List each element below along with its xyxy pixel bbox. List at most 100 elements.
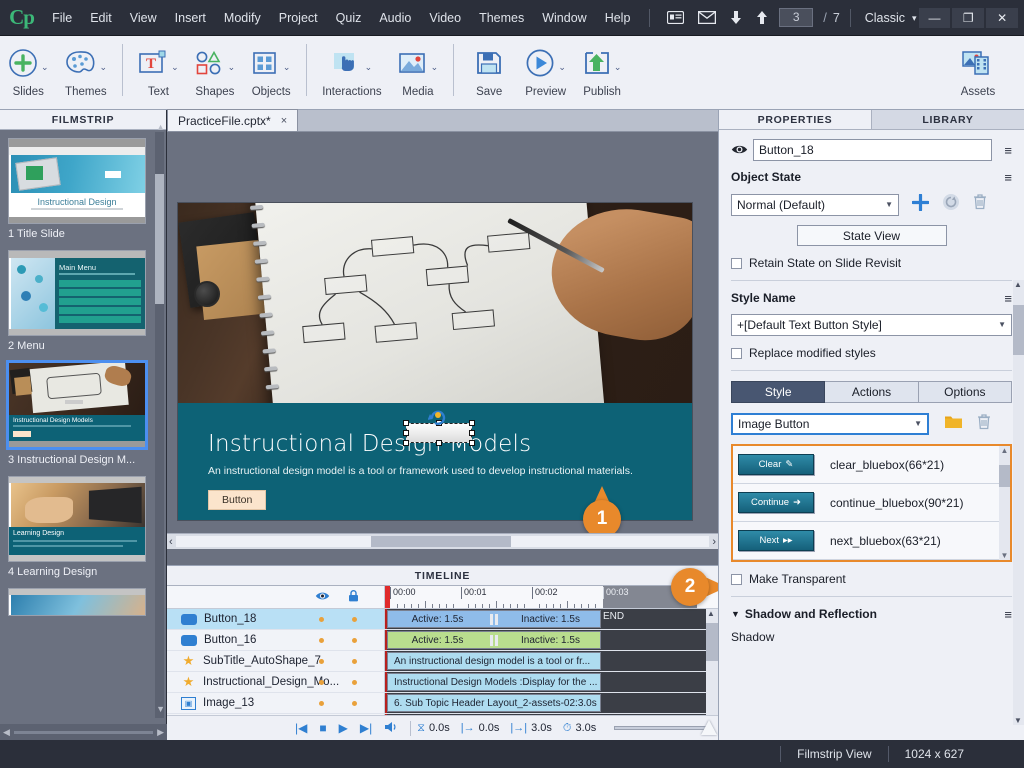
row-visibility-toggle[interactable] <box>319 701 324 706</box>
menu-view[interactable]: View <box>121 7 166 29</box>
timeline-row-name[interactable]: Button_16 <box>167 630 385 650</box>
resize-handle-e[interactable] <box>469 430 475 436</box>
timeline-track[interactable]: Instructional Design Models :Display for… <box>385 672 718 692</box>
stage-hscroll-track[interactable] <box>176 536 710 547</box>
properties-scroll-thumb[interactable] <box>1013 305 1024 355</box>
image-list-scrollbar[interactable]: ▲ ▼ <box>999 446 1010 560</box>
menu-audio[interactable]: Audio <box>370 7 420 29</box>
timeline-bar[interactable]: An instructional design model is a tool … <box>387 652 601 670</box>
save-button[interactable]: Save <box>461 40 517 98</box>
properties-scroll-up-icon[interactable]: ▲ <box>1014 280 1022 289</box>
row-lock-toggle[interactable] <box>352 617 357 622</box>
tab-actions[interactable]: Actions <box>825 381 918 403</box>
replace-styles-checkbox[interactable] <box>731 348 742 359</box>
menu-modify[interactable]: Modify <box>215 7 270 29</box>
object-state-menu-icon[interactable]: ≡ <box>992 171 1012 184</box>
shapes-chevron-down-icon[interactable]: ⌄ <box>228 62 236 73</box>
audio-icon[interactable] <box>378 721 404 736</box>
timeline-bar[interactable]: Instructional Design Models :Display for… <box>387 673 601 691</box>
properties-scroll-down-icon[interactable]: ▼ <box>1014 716 1022 725</box>
rotate-handle-icon[interactable] <box>428 407 448 427</box>
slide-thumbnail[interactable]: Instructional Design <box>8 138 146 224</box>
row-lock-toggle[interactable] <box>352 701 357 706</box>
image-list-scroll-down-icon[interactable]: ▼ <box>1001 551 1009 560</box>
timeline-ruler[interactable]: 00:00 00:01 00:02 00:03 <box>385 586 718 608</box>
slide-subtitle-text[interactable]: An instructional design model is a tool … <box>208 465 633 477</box>
timeline-rows[interactable]: Button_18 Active: 1.5s Inactive: 1.5s EN… <box>167 609 718 716</box>
stage-scroll-right-icon[interactable]: › <box>712 536 716 548</box>
filmstrip-slide-1[interactable]: Instructional Design 1 Title Slide <box>8 138 161 240</box>
publish-chevron-down-icon[interactable]: ⌄ <box>614 62 622 73</box>
filmstrip-scroll-up-icon[interactable]: ▲ <box>156 122 165 132</box>
row-visibility-toggle[interactable] <box>319 617 324 622</box>
menu-video[interactable]: Video <box>420 7 470 29</box>
timeline-bar[interactable]: 6. Sub Topic Header Layout_2-assets-02:3… <box>387 694 601 712</box>
object-name-menu-icon[interactable]: ≡ <box>992 144 1012 157</box>
themes-chevron-down-icon[interactable]: ⌄ <box>100 62 108 73</box>
object-name-input[interactable] <box>753 139 992 161</box>
forward-button[interactable]: ▶| <box>354 721 378 735</box>
interactions-chevron-down-icon[interactable]: ⌄ <box>365 62 373 73</box>
document-tab-practicefile[interactable]: PracticeFile.cptx* × <box>167 109 298 131</box>
timeline-track[interactable]: Active: 1.5s Inactive: 1.5s END <box>385 609 718 629</box>
media-button[interactable]: ⌄ Media <box>390 40 447 98</box>
resize-handle-nw[interactable] <box>403 420 409 426</box>
visibility-eye-icon[interactable] <box>731 143 753 158</box>
slide-thumbnail[interactable]: Main Menu <box>8 250 146 336</box>
close-icon[interactable]: × <box>281 115 287 127</box>
style-name-menu-icon[interactable]: ≡ <box>992 292 1012 305</box>
button-type-select[interactable]: Image Button ▼ <box>731 413 929 435</box>
row-lock-toggle[interactable] <box>352 638 357 643</box>
filmstrip-hscroll-track[interactable] <box>14 731 153 734</box>
row-visibility-toggle[interactable] <box>319 680 324 685</box>
stage-hscroll-thumb[interactable] <box>371 536 511 547</box>
publish-button[interactable]: ⌄ Publish <box>574 40 630 98</box>
menu-help[interactable]: Help <box>596 7 640 29</box>
themes-button[interactable]: ⌄ Themes <box>57 40 116 98</box>
properties-scrollbar[interactable]: ▲ ▼ <box>1013 280 1024 725</box>
slide-thumbnail[interactable] <box>8 588 146 616</box>
filmstrip-slide-4[interactable]: Learning Design 4 Learning Design <box>8 476 161 578</box>
resize-handle-se[interactable] <box>469 440 475 446</box>
upload-icon[interactable] <box>749 9 775 27</box>
add-state-button[interactable] <box>912 194 929 216</box>
timeline-track[interactable]: 6. Sub Topic Header Layout_2-assets-02:3… <box>385 693 718 713</box>
menu-insert[interactable]: Insert <box>166 7 215 29</box>
row-lock-toggle[interactable] <box>352 680 357 685</box>
tab-properties[interactable]: PROPERTIES <box>719 110 871 130</box>
slide-content[interactable]: Instructional Design Models An instructi… <box>178 203 692 520</box>
image-button-list[interactable]: Clear ✎ clear_bluebox(66*21) Continue ➜ … <box>731 444 1012 562</box>
slide-title-text[interactable]: Instructional Design Models <box>208 431 531 457</box>
menu-themes[interactable]: Themes <box>470 7 533 29</box>
resize-handle-ne[interactable] <box>469 420 475 426</box>
timeline-track[interactable]: Active: 1.5s Inactive: 1.5s <box>385 630 718 650</box>
object-state-select[interactable]: Normal (Default) ▼ <box>731 194 899 216</box>
timeline-row-instructional-design-models[interactable]: ★ Instructional_Design_Mo... Instruction… <box>167 672 718 693</box>
delete-state-button[interactable] <box>973 194 987 215</box>
zoom-slider-knob[interactable] <box>701 720 717 735</box>
maximize-button[interactable]: ❐ <box>952 8 984 28</box>
slide-canvas[interactable]: Instructional Design Models An instructi… <box>167 132 718 549</box>
tab-library[interactable]: LIBRARY <box>871 110 1024 130</box>
make-transparent-checkbox[interactable] <box>731 574 742 585</box>
slide-button-object[interactable]: Button <box>208 490 266 510</box>
play-button[interactable]: ▶ <box>333 721 354 735</box>
timeline-vertical-scrollbar[interactable]: ▲ ▼ <box>706 609 718 724</box>
row-visibility-toggle[interactable] <box>319 659 324 664</box>
slide-thumbnail[interactable]: Instructional Design Models <box>6 360 148 450</box>
interactions-button[interactable]: ⌄ Interactions <box>314 40 389 98</box>
minimize-button[interactable]: — <box>919 8 951 28</box>
timeline-row-button-16[interactable]: Button_16 Active: 1.5s Inactive: 1.5s <box>167 630 718 651</box>
timeline-bar[interactable]: Active: 1.5s Inactive: 1.5s <box>387 631 601 649</box>
timeline-row-name[interactable]: Button_18 <box>167 609 385 629</box>
timeline-row-subtitle-autoshape-7[interactable]: ★ SubTitle_AutoShape_7 An instructional … <box>167 651 718 672</box>
objects-chevron-down-icon[interactable]: ⌄ <box>283 62 291 73</box>
text-chevron-down-icon[interactable]: ⌄ <box>171 62 179 73</box>
lock-icon[interactable] <box>348 590 359 605</box>
menu-quiz[interactable]: Quiz <box>327 7 371 29</box>
notes-icon[interactable] <box>660 9 691 26</box>
zoom-slider-track[interactable] <box>614 726 712 730</box>
rewind-button[interactable]: |◀ <box>289 721 313 735</box>
retain-state-checkbox[interactable] <box>731 258 742 269</box>
timeline-scroll-up-icon[interactable]: ▲ <box>707 609 715 618</box>
